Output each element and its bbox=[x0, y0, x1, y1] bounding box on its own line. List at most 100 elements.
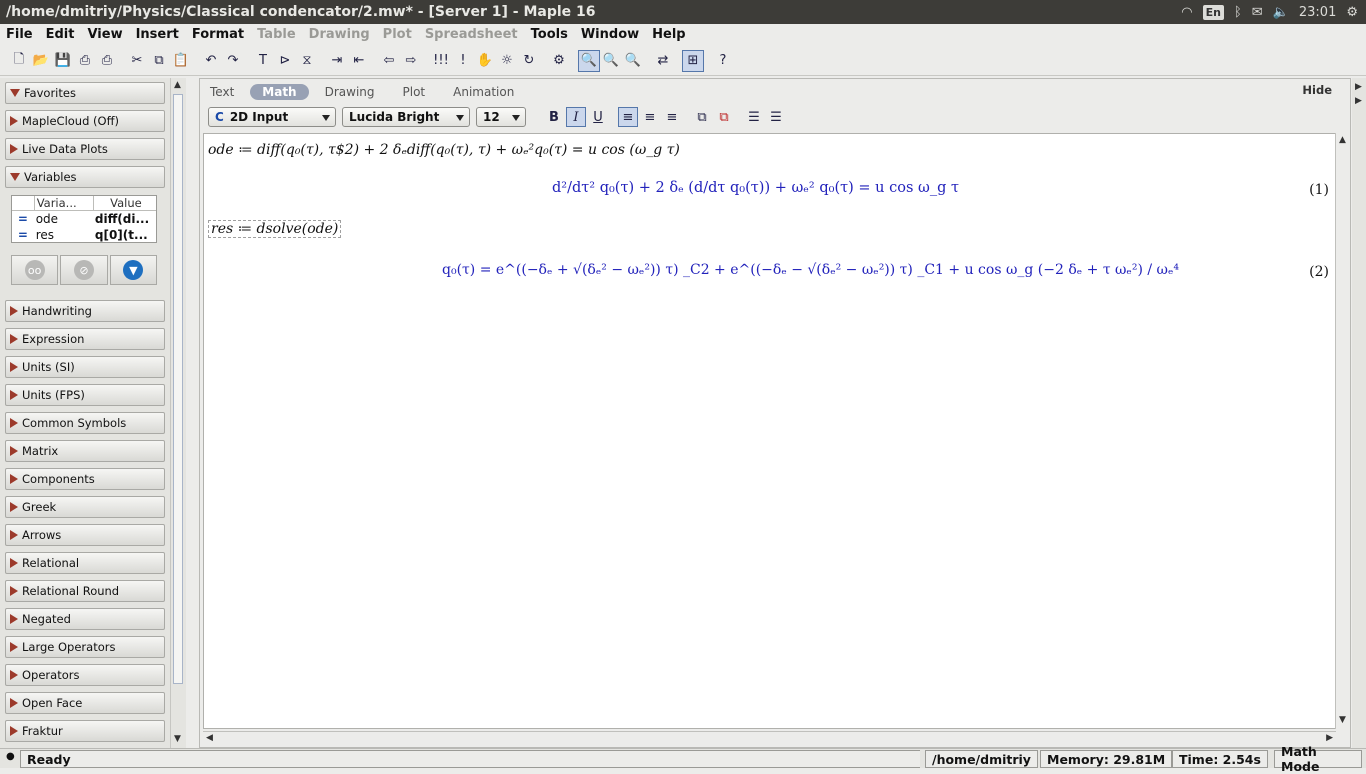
clear-format-icon[interactable]: ⧉ bbox=[714, 107, 734, 127]
print-preview-icon[interactable]: ⎙ bbox=[96, 50, 118, 72]
menu-plot[interactable]: Plot bbox=[383, 27, 412, 42]
clock[interactable]: 23:01 bbox=[1299, 5, 1336, 20]
zoom-200-icon[interactable]: 🔍 bbox=[622, 50, 644, 72]
execute-icon[interactable]: ! bbox=[452, 50, 474, 72]
scroll-up-icon[interactable]: ▲ bbox=[1339, 135, 1346, 145]
gear-icon[interactable]: ⚙ bbox=[1346, 5, 1358, 20]
document-horizontal-scrollbar[interactable]: ◀ ▶ bbox=[203, 731, 1336, 746]
align-left-button[interactable]: ≡ bbox=[618, 107, 638, 127]
paste-icon[interactable]: 📋 bbox=[170, 50, 192, 72]
show-button[interactable]: oo bbox=[11, 255, 59, 285]
bold-button[interactable]: B bbox=[544, 107, 564, 127]
restart-icon[interactable]: ↻ bbox=[518, 50, 540, 72]
align-right-button[interactable]: ≡ bbox=[662, 107, 682, 127]
copy-format-icon[interactable]: ⧉ bbox=[692, 107, 712, 127]
palette-maplecloud[interactable]: MapleCloud (Off) bbox=[5, 110, 165, 132]
sidebar-scrollbar[interactable]: ▲ ▼ bbox=[170, 78, 186, 748]
table-row[interactable]: = ode diff(di... bbox=[12, 211, 156, 227]
tab-animation[interactable]: Animation bbox=[453, 84, 514, 100]
new-icon[interactable]: 🗋 bbox=[8, 50, 30, 72]
palette-favorites[interactable]: Favorites bbox=[5, 82, 165, 104]
bluetooth-icon[interactable]: ᛒ bbox=[1234, 5, 1242, 20]
document-area[interactable]: ode ≔ diff(q₀(τ), τ$2) + 2 δₑdiff(q₀(τ),… bbox=[203, 133, 1336, 729]
palette-large-operators[interactable]: Large Operators bbox=[5, 636, 165, 658]
italic-button[interactable]: I bbox=[566, 107, 586, 127]
mail-icon[interactable]: ✉ bbox=[1252, 5, 1263, 20]
interrupt-icon[interactable]: ✋ bbox=[474, 50, 496, 72]
debug-icon[interactable]: ☼ bbox=[496, 50, 518, 72]
document-vertical-scrollbar[interactable]: ▲ ▼ bbox=[1335, 133, 1350, 729]
menu-view[interactable]: View bbox=[87, 27, 122, 42]
palette-relational-round[interactable]: Relational Round bbox=[5, 580, 165, 602]
insert-math-icon[interactable]: ⊳ bbox=[274, 50, 296, 72]
menu-window[interactable]: Window bbox=[581, 27, 639, 42]
chevron-right-icon[interactable]: ▶ bbox=[1355, 96, 1362, 106]
palette-common-symbols[interactable]: Common Symbols bbox=[5, 412, 165, 434]
toggle-input-icon[interactable]: ⇄ bbox=[652, 50, 674, 72]
tab-plot[interactable]: Plot bbox=[403, 84, 426, 100]
palette-fraktur[interactable]: Fraktur bbox=[5, 720, 165, 742]
scroll-down-icon[interactable]: ▼ bbox=[1339, 715, 1346, 725]
numbered-list-icon[interactable]: ☰ bbox=[766, 107, 786, 127]
scroll-right-icon[interactable]: ▶ bbox=[1326, 733, 1333, 743]
insert-execution-group-icon[interactable]: ⧖ bbox=[296, 50, 318, 72]
redo-icon[interactable]: ↷ bbox=[222, 50, 244, 72]
wifi-icon[interactable]: ◠ bbox=[1181, 5, 1192, 20]
menu-drawing[interactable]: Drawing bbox=[309, 27, 370, 42]
open-icon[interactable]: 📂 bbox=[30, 50, 52, 72]
input-mode-select[interactable]: C 2D Input bbox=[208, 107, 336, 127]
table-row[interactable]: = res q[0](t... bbox=[12, 227, 156, 243]
volume-icon[interactable]: 🔈 bbox=[1273, 5, 1289, 20]
var-header-value[interactable]: Value bbox=[92, 196, 156, 210]
hide-button[interactable]: Hide bbox=[1302, 83, 1332, 97]
palette-open-face[interactable]: Open Face bbox=[5, 692, 165, 714]
palette-negated[interactable]: Negated bbox=[5, 608, 165, 630]
font-select[interactable]: Lucida Bright bbox=[342, 107, 470, 127]
underline-button[interactable]: U bbox=[588, 107, 608, 127]
menu-edit[interactable]: Edit bbox=[46, 27, 75, 42]
keyboard-layout[interactable]: En bbox=[1202, 4, 1224, 20]
scroll-down-icon[interactable]: ▼ bbox=[174, 734, 181, 744]
chevron-right-icon[interactable]: ▶ bbox=[1355, 82, 1362, 92]
tab-math[interactable]: Math bbox=[250, 84, 309, 100]
outdent-icon[interactable]: ⇤ bbox=[348, 50, 370, 72]
execute-all-icon[interactable]: !!! bbox=[430, 50, 452, 72]
palette-handwriting[interactable]: Handwriting bbox=[5, 300, 165, 322]
align-center-button[interactable]: ≡ bbox=[640, 107, 660, 127]
palette-components[interactable]: Components bbox=[5, 468, 165, 490]
tab-text[interactable]: Text bbox=[210, 84, 234, 100]
filter-button[interactable]: ▼ bbox=[109, 255, 157, 285]
cut-icon[interactable]: ✂ bbox=[126, 50, 148, 72]
print-icon[interactable]: ⎙ bbox=[74, 50, 96, 72]
zoom-100-icon[interactable]: 🔍 bbox=[578, 49, 600, 72]
palette-variables[interactable]: Variables bbox=[5, 166, 165, 188]
right-collapse-strip[interactable]: ▶ ▶ bbox=[1352, 78, 1366, 748]
palette-live-data-plots[interactable]: Live Data Plots bbox=[5, 138, 165, 160]
res-input[interactable]: res ≔ dsolve(ode) bbox=[208, 220, 342, 238]
back-icon[interactable]: ⇦ bbox=[378, 50, 400, 72]
palette-greek[interactable]: Greek bbox=[5, 496, 165, 518]
save-icon[interactable]: 💾 bbox=[52, 50, 74, 72]
palette-units-fps[interactable]: Units (FPS) bbox=[5, 384, 165, 406]
menu-file[interactable]: File bbox=[6, 27, 33, 42]
palette-relational[interactable]: Relational bbox=[5, 552, 165, 574]
maximize-icon[interactable]: ⊞ bbox=[682, 49, 704, 72]
scroll-left-icon[interactable]: ◀ bbox=[206, 733, 213, 743]
palette-units-si[interactable]: Units (SI) bbox=[5, 356, 165, 378]
tab-drawing[interactable]: Drawing bbox=[325, 84, 375, 100]
menu-table[interactable]: Table bbox=[257, 27, 296, 42]
help-icon[interactable]: ? bbox=[712, 50, 734, 72]
font-size-select[interactable]: 12 bbox=[476, 107, 526, 127]
forward-icon[interactable]: ⇨ bbox=[400, 50, 422, 72]
menu-help[interactable]: Help bbox=[652, 27, 685, 42]
indent-icon[interactable]: ⇥ bbox=[326, 50, 348, 72]
menu-tools[interactable]: Tools bbox=[531, 27, 568, 42]
menu-spreadsheet[interactable]: Spreadsheet bbox=[425, 27, 518, 42]
scroll-up-icon[interactable]: ▲ bbox=[174, 80, 181, 90]
bullet-list-icon[interactable]: ☰ bbox=[744, 107, 764, 127]
settings-gear-icon[interactable]: ⚙ bbox=[548, 50, 570, 72]
insert-text-icon[interactable]: T bbox=[252, 50, 274, 72]
palette-arrows[interactable]: Arrows bbox=[5, 524, 165, 546]
palette-expression[interactable]: Expression bbox=[5, 328, 165, 350]
ode-input[interactable]: ode ≔ diff(q₀(τ), τ$2) + 2 δₑdiff(q₀(τ),… bbox=[208, 142, 680, 158]
